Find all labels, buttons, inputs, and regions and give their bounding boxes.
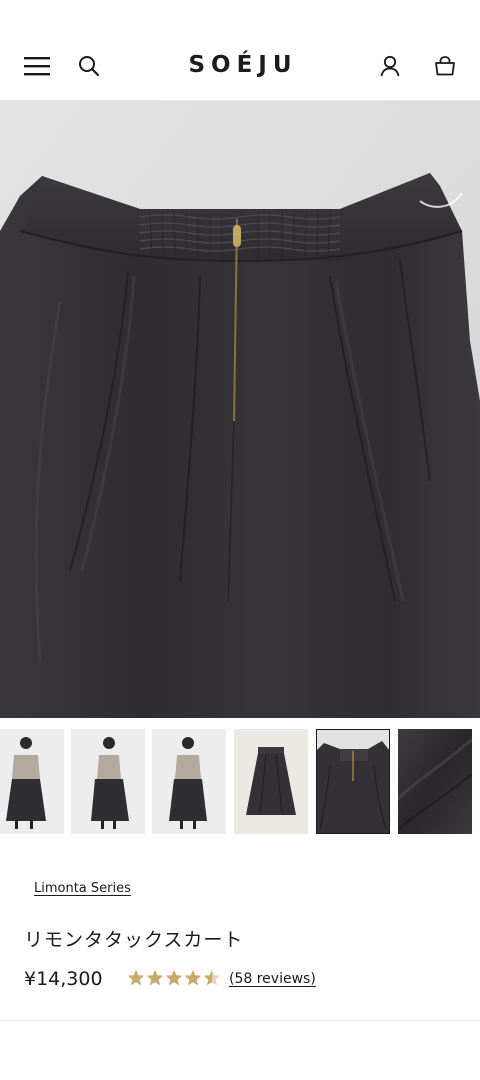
thumbnail-fabric-detail[interactable] [398,729,472,834]
skirt-flat-image [234,729,308,834]
fabric-detail-image [398,729,472,834]
thumbnail-model-side[interactable] [71,729,145,834]
reviews-link[interactable]: (58 reviews) [229,971,316,987]
model-front-image [0,729,64,834]
thumbnail-waistband-closeup[interactable] [316,729,390,834]
section-divider [0,1020,480,1021]
site-logo[interactable]: SOÉJU [0,52,480,78]
cart-button[interactable] [427,50,463,82]
product-title: リモンタタックスカート [24,929,244,951]
skirt-back-waistband-image [0,101,480,718]
series-link[interactable]: Limonta Series [34,881,131,896]
half-star-icon [203,969,221,986]
thumbnail-model-front[interactable] [0,729,64,834]
star-icon [127,969,145,986]
account-icon [380,55,400,77]
product-price: ¥14,300 [24,968,103,990]
thumbnail-skirt-flat[interactable] [234,729,308,834]
model-side-image [71,729,145,834]
product-main-image[interactable] [0,101,480,718]
rating-stars[interactable] [127,969,221,986]
model-back-image [152,729,226,834]
thumbnail-strip [0,729,480,834]
star-icon [146,969,164,986]
thumbnail-model-back[interactable] [152,729,226,834]
account-button[interactable] [373,50,407,82]
star-icon [165,969,183,986]
shopping-bag-icon [435,56,455,76]
site-header: SOÉJU [0,0,480,101]
waistband-closeup-image [316,729,390,834]
star-icon [184,969,202,986]
